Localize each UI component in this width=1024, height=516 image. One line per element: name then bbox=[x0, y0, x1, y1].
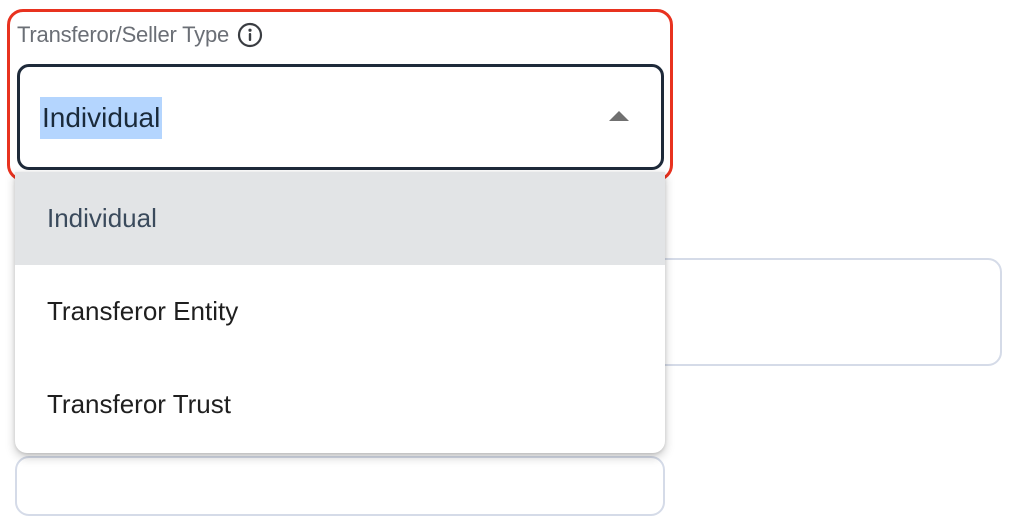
dropdown-option-transferor-trust[interactable]: Transferor Trust bbox=[15, 358, 665, 451]
select-value: Individual bbox=[40, 97, 163, 139]
field-label-row: Transferor/Seller Type bbox=[17, 21, 263, 49]
seller-type-select[interactable]: Individual bbox=[17, 64, 664, 170]
caret-up-icon[interactable] bbox=[609, 111, 629, 121]
dropdown-option-transferor-entity[interactable]: Transferor Entity bbox=[15, 265, 665, 358]
dropdown-option-individual[interactable]: Individual bbox=[15, 172, 665, 265]
dropdown-menu: Individual Transferor Entity Transferor … bbox=[15, 172, 665, 453]
info-circle-icon[interactable] bbox=[237, 22, 263, 48]
background-input-field[interactable] bbox=[640, 258, 1002, 366]
background-input-field-bottom[interactable] bbox=[15, 456, 665, 516]
field-label: Transferor/Seller Type bbox=[17, 22, 230, 47]
